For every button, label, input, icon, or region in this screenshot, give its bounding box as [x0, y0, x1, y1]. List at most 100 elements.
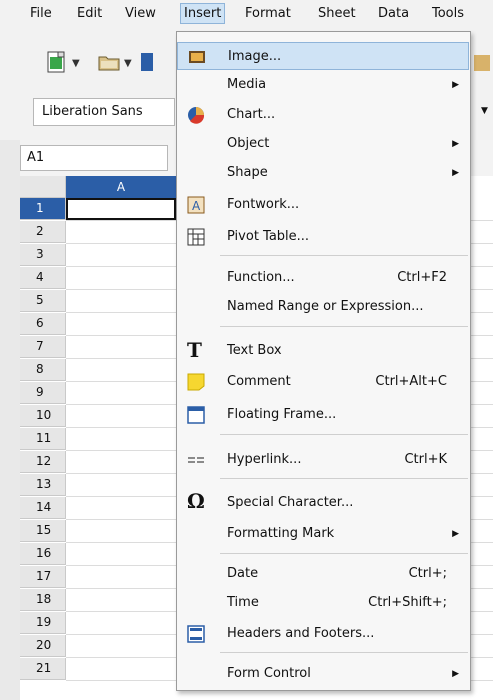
row-header[interactable]: 11	[20, 428, 66, 450]
row-header[interactable]: 10	[20, 405, 66, 427]
image-icon	[189, 51, 205, 63]
shortcut-label: Ctrl+Alt+C	[375, 374, 447, 389]
row-header[interactable]: 2	[20, 221, 66, 243]
row-header[interactable]: 20	[20, 635, 66, 657]
row-header[interactable]: 1	[20, 198, 66, 220]
row-header[interactable]: 14	[20, 497, 66, 519]
menu-item-label: Pivot Table...	[227, 229, 310, 244]
menu-item-text-box[interactable]: T Text Box	[177, 337, 469, 365]
menu-item-fontwork[interactable]: A Fontwork...	[177, 191, 469, 219]
row-header[interactable]: 3	[20, 244, 66, 266]
menu-view[interactable]: View	[125, 6, 156, 21]
omega-icon: Ω	[187, 489, 205, 513]
menu-separator	[220, 652, 468, 653]
fontwork-icon: A	[187, 196, 205, 214]
menu-item-chart[interactable]: Chart...	[177, 101, 469, 129]
menu-item-label: Text Box	[227, 343, 282, 358]
menu-data[interactable]: Data	[378, 6, 409, 21]
menu-item-formatting-mark[interactable]: Formatting Mark ▶	[177, 520, 469, 548]
menu-item-form-control[interactable]: Form Control ▶	[177, 660, 469, 688]
menu-item-label: Hyperlink...	[227, 452, 302, 467]
row-header[interactable]: 8	[20, 359, 66, 381]
row-header[interactable]: 21	[20, 658, 66, 680]
menu-item-label: Special Character...	[227, 495, 354, 510]
menu-item-shape[interactable]: Shape ▶	[177, 159, 469, 187]
new-spreadsheet-icon[interactable]	[46, 51, 68, 73]
comment-icon	[187, 373, 205, 391]
submenu-arrow-icon: ▶	[452, 139, 459, 149]
select-all-corner[interactable]	[20, 176, 66, 198]
row-header[interactable]: 12	[20, 451, 66, 473]
menu-edit[interactable]: Edit	[77, 6, 102, 21]
row-header[interactable]: 13	[20, 474, 66, 496]
menu-item-label: Shape	[227, 165, 268, 180]
menu-item-pivot-table[interactable]: Pivot Table...	[177, 223, 469, 251]
menu-item-label: Formatting Mark	[227, 526, 335, 541]
menu-item-label: Comment	[227, 374, 291, 389]
pie-chart-icon	[188, 107, 205, 124]
menu-separator	[220, 255, 468, 256]
menu-item-media[interactable]: Media ▶	[177, 71, 469, 99]
menu-item-label: Named Range or Expression...	[227, 299, 424, 314]
menu-item-label: Fontwork...	[227, 197, 300, 212]
chevron-down-icon[interactable]: ▼	[481, 106, 488, 116]
chevron-down-icon[interactable]: ▼	[124, 58, 132, 69]
menu-separator	[220, 478, 468, 479]
row-header[interactable]: 16	[20, 543, 66, 565]
row-header[interactable]: 18	[20, 589, 66, 611]
submenu-arrow-icon: ▶	[452, 168, 459, 178]
shortcut-label: Ctrl+F2	[397, 270, 447, 285]
menu-item-special-character[interactable]: Ω Special Character...	[177, 489, 469, 517]
menu-item-comment[interactable]: Comment Ctrl+Alt+C	[177, 368, 469, 396]
menu-item-label: Form Control	[227, 666, 311, 681]
menu-item-label: Chart...	[227, 107, 276, 122]
submenu-arrow-icon: ▶	[452, 529, 459, 539]
font-name-box[interactable]: Liberation Sans	[33, 98, 175, 126]
menu-sheet[interactable]: Sheet	[318, 6, 356, 21]
pivot-table-icon	[187, 228, 205, 246]
menu-item-time[interactable]: Time Ctrl+Shift+;	[177, 589, 469, 617]
row-header[interactable]: 7	[20, 336, 66, 358]
menu-item-label: Media	[227, 77, 267, 92]
floating-frame-icon	[187, 406, 205, 424]
shortcut-label: Ctrl+;	[408, 566, 447, 581]
menu-format[interactable]: Format	[245, 6, 291, 21]
menu-item-named-range[interactable]: Named Range or Expression...	[177, 293, 469, 321]
menu-item-headers-footers[interactable]: Headers and Footers...	[177, 620, 469, 648]
toolbar-overflow-icon[interactable]	[472, 51, 492, 73]
hyperlink-icon	[188, 457, 204, 463]
menu-item-image[interactable]: Image...	[177, 42, 469, 70]
row-header[interactable]: 19	[20, 612, 66, 634]
cell-a1[interactable]	[66, 198, 176, 220]
submenu-arrow-icon: ▶	[452, 80, 459, 90]
menu-separator	[220, 326, 468, 327]
row-header[interactable]: 5	[20, 290, 66, 312]
menu-insert[interactable]: Insert	[180, 3, 226, 24]
save-icon[interactable]	[140, 51, 154, 73]
shortcut-label: Ctrl+K	[404, 452, 447, 467]
menu-item-hyperlink[interactable]: Hyperlink... Ctrl+K	[177, 446, 469, 474]
menu-file[interactable]: File	[30, 6, 52, 21]
menu-item-function[interactable]: Function... Ctrl+F2	[177, 264, 469, 292]
open-folder-icon[interactable]	[98, 51, 120, 73]
menu-item-floating-frame[interactable]: Floating Frame...	[177, 401, 469, 429]
name-box[interactable]: A1	[20, 145, 168, 171]
menu-item-label: Time	[227, 595, 259, 610]
submenu-arrow-icon: ▶	[452, 669, 459, 679]
menu-item-label: Object	[227, 136, 270, 151]
row-header[interactable]: 9	[20, 382, 66, 404]
row-header[interactable]: 4	[20, 267, 66, 289]
menu-separator	[220, 553, 468, 554]
column-header-a[interactable]: A	[66, 176, 176, 198]
menu-item-label: Function...	[227, 270, 295, 285]
menu-tools[interactable]: Tools	[432, 6, 464, 21]
menu-item-date[interactable]: Date Ctrl+;	[177, 560, 469, 588]
svg-text:A: A	[192, 199, 201, 213]
menu-bar: File Edit View Insert Format Sheet Data …	[0, 0, 493, 30]
text-box-icon: T	[187, 338, 202, 362]
row-header[interactable]: 17	[20, 566, 66, 588]
row-header[interactable]: 15	[20, 520, 66, 542]
row-header[interactable]: 6	[20, 313, 66, 335]
chevron-down-icon[interactable]: ▼	[72, 58, 80, 69]
menu-item-object[interactable]: Object ▶	[177, 130, 469, 158]
